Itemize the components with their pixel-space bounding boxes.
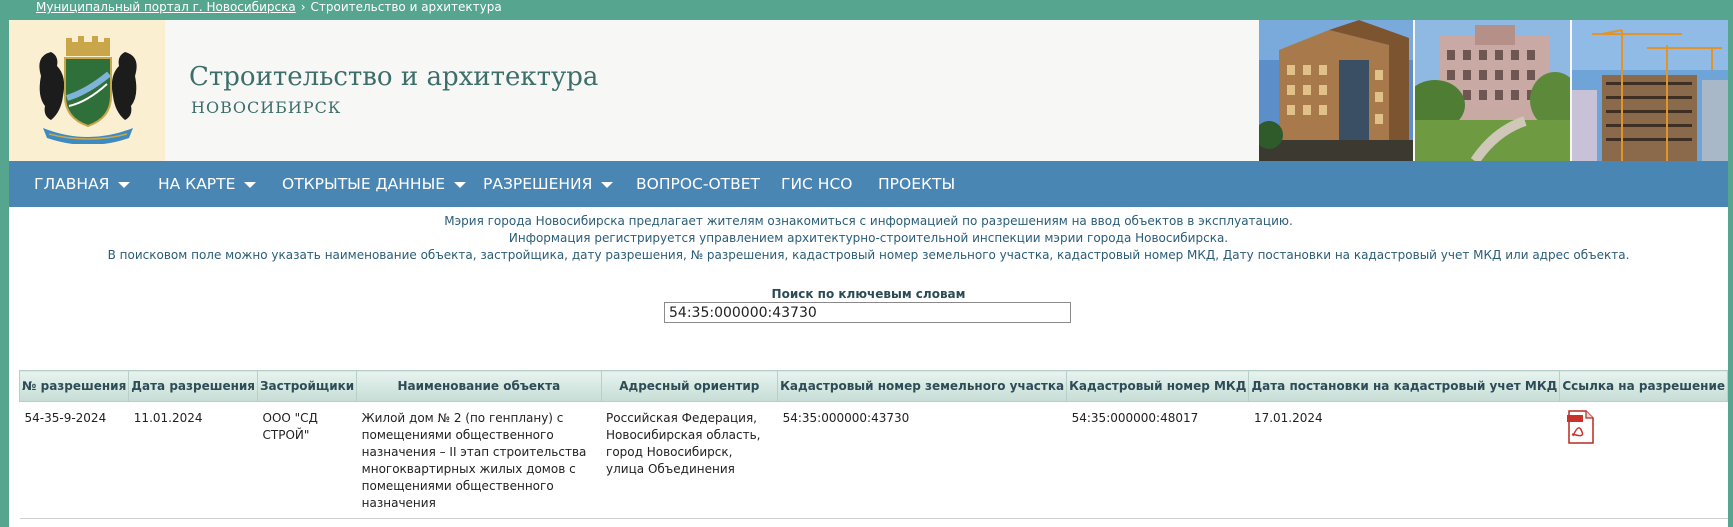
permits-table: № разрешения Дата разрешения Застройщики… [18,370,1728,519]
cell-permit-date: 11.01.2024 [128,401,258,519]
site-header: Строительство и архитектура НОВОСИБИРСК [9,20,1728,161]
info-line: Информация регистрируется управлением ар… [508,231,1229,245]
column-header-developer[interactable]: Застройщики [256,370,358,402]
breadcrumb-separator: › [300,0,306,14]
cell-object-name: Жилой дом № 2 (по генплану) с помещениям… [356,401,602,519]
search-input[interactable] [664,302,1071,323]
breadcrumb-current: Строительство и архитектура [310,0,502,14]
nav-item-label: РАЗРЕШЕНИЯ [483,175,593,193]
cell-permit-no: 54-35-9-2024 [19,401,129,519]
cell-developer: ООО "СД СТРОЙ" [257,401,357,519]
nav-item-label: ГЛАВНАЯ [34,175,110,193]
column-header-object-name[interactable]: Наименование объекта [356,370,602,402]
column-header-address[interactable]: Адресный ориентир [600,370,779,402]
info-line: Мэрия города Новосибирска предлагает жит… [444,214,1293,228]
site-subtitle: НОВОСИБИРСК [191,98,342,117]
cell-registration-date: 17.01.2024 [1248,401,1560,519]
nav-item-projects[interactable]: ПРОЕКТЫ [878,161,955,207]
column-header-permit-no[interactable]: № разрешения [18,370,130,402]
column-header-registration-date[interactable]: Дата постановки на кадастровый учет МКД [1248,370,1561,402]
cell-permit-link [1559,401,1728,519]
table-row: 54-35-9-2024 11.01.2024 ООО "СД СТРОЙ" Ж… [19,401,1728,519]
caret-down-icon [118,181,131,188]
info-line: В поисковом поле можно указать наименова… [107,248,1630,262]
nav-item-home[interactable]: ГЛАВНАЯ [34,161,131,207]
header-photo-building-2 [1415,20,1570,161]
nav-item-faq[interactable]: ВОПРОС-ОТВЕТ [636,161,760,207]
column-header-land-cadastral[interactable]: Кадастровый номер земельного участка [777,370,1068,402]
nav-item-permits[interactable]: РАЗРЕШЕНИЯ [483,161,614,207]
nav-item-label: ПРОЕКТЫ [878,175,956,193]
search-label: Поиск по ключевым словам [771,287,966,301]
nav-item-label: ОТКРЫТЫЕ ДАННЫЕ [282,175,446,193]
cell-address: Российская Федерация, Новосибирская обла… [601,401,778,519]
coat-of-arms-logo[interactable] [9,20,165,161]
column-header-permit-date[interactable]: Дата разрешения [128,370,258,402]
breadcrumb-portal-link[interactable]: Муниципальный портал г. Новосибирска [36,0,296,14]
cell-land-cadastral: 54:35:000000:43730 [777,401,1067,519]
nav-item-open-data[interactable]: ОТКРЫТЫЕ ДАННЫЕ [282,161,467,207]
nav-item-label: ВОПРОС-ОТВЕТ [636,175,761,193]
nav-item-gis-nso[interactable]: ГИС НСО [781,161,852,207]
info-text: Мэрия города Новосибирска предлагает жит… [9,213,1728,264]
main-nav: ГЛАВНАЯ НА КАРТЕ ОТКРЫТЫЕ ДАННЫЕ РАЗРЕШЕ… [9,161,1728,207]
coat-of-arms-icon [39,36,137,144]
top-breadcrumb-bar: Муниципальный портал г. Новосибирска › Стр… [0,0,1733,20]
caret-down-icon [244,181,257,188]
column-header-permit-link[interactable]: Ссылка на разрешение [1559,370,1728,402]
nav-item-map[interactable]: НА КАРТЕ [158,161,257,207]
breadcrumb: Муниципальный портал г. Новосибирска › Стр… [36,0,502,14]
column-header-mkd-cadastral[interactable]: Кадастровый номер МКД [1066,370,1250,402]
header-photo-building-1 [1259,20,1413,161]
caret-down-icon [454,181,467,188]
pdf-icon[interactable] [1566,410,1595,444]
nav-item-label: ГИС НСО [781,175,853,193]
cell-mkd-cadastral: 54:35:000000:48017 [1066,401,1249,519]
nav-item-label: НА КАРТЕ [158,175,236,193]
site-title: Строительство и архитектура [189,62,599,92]
caret-down-icon [601,181,614,188]
page-container: Строительство и архитектура НОВОСИБИРСК [9,20,1728,527]
header-photo-construction [1572,20,1728,161]
table-header-row: № разрешения Дата разрешения Застройщики… [18,370,1728,402]
